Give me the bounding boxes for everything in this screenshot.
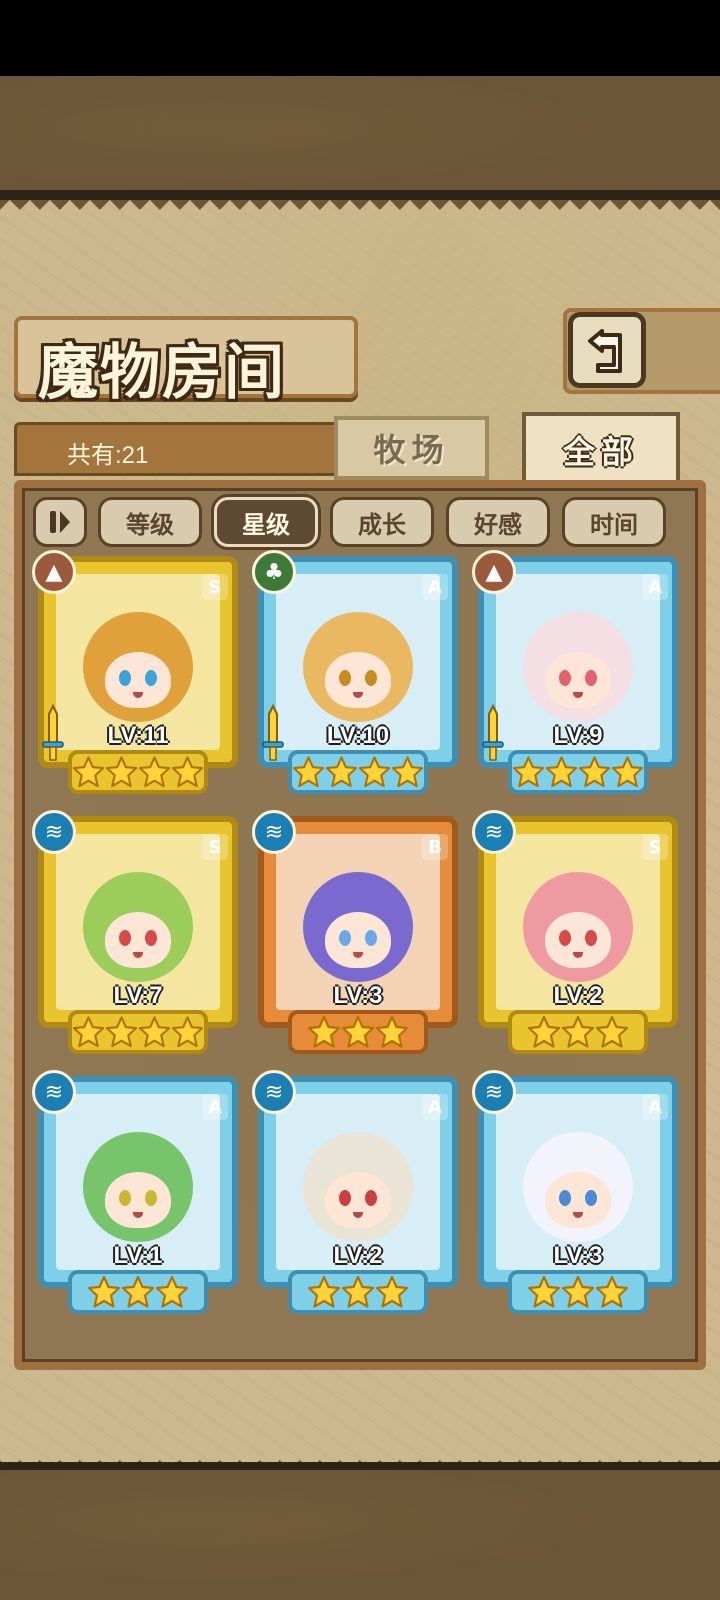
star-rating	[288, 1270, 428, 1314]
monster-level: LV:3	[333, 982, 383, 1009]
torn-edge-top	[0, 200, 720, 220]
monster-level: LV:3	[553, 1242, 603, 1269]
title-plate: 魔物房间	[14, 316, 358, 408]
star-rating	[288, 1010, 428, 1054]
count-bar: 共有:21	[14, 422, 344, 476]
filter-label: 星级	[242, 510, 290, 539]
star-rating	[508, 750, 648, 794]
map-background-top	[0, 76, 720, 206]
monster-card[interactable]: S LV:7 ≋	[32, 810, 238, 1056]
filter-time[interactable]: 时间	[562, 497, 666, 547]
rank-badge: B	[422, 834, 448, 860]
star-rating	[288, 750, 428, 794]
rank-badge: S	[202, 574, 228, 600]
monster-level: LV:7	[113, 982, 163, 1009]
monster-card[interactable]: A LV:10 ♣	[252, 550, 458, 796]
rank-badge: A	[642, 1094, 668, 1120]
monster-card[interactable]: A LV:9 ▲	[472, 550, 678, 796]
filter-affection[interactable]: 好感	[446, 497, 550, 547]
monster-card[interactable]: B LV:3 ≋	[252, 810, 458, 1056]
wind-element-icon: ♣	[252, 550, 296, 594]
filter-label: 等级	[126, 510, 174, 539]
sort-order-icon	[50, 511, 70, 533]
monster-level: LV:10	[326, 722, 390, 749]
status-bar	[0, 0, 720, 76]
filter-star[interactable]: 星级	[214, 497, 318, 547]
filter-label: 时间	[590, 510, 638, 539]
tab-pasture[interactable]: 牧场	[334, 416, 489, 480]
tab-label: 全部	[562, 433, 639, 471]
tab-all[interactable]: 全部	[522, 412, 680, 488]
monster-card[interactable]: A LV:2 ≋	[252, 1070, 458, 1316]
sword-icon	[482, 704, 504, 761]
water-element-icon: ≋	[32, 810, 76, 854]
filter-label: 好感	[474, 510, 522, 539]
water-element-icon: ≋	[252, 1070, 296, 1114]
monster-level: LV:11	[107, 722, 169, 749]
map-background-bottom	[0, 1470, 720, 1600]
monster-level: LV:2	[333, 1242, 383, 1269]
water-element-icon: ≋	[472, 810, 516, 854]
monster-level: LV:9	[553, 722, 603, 749]
tab-label: 牧场	[373, 431, 450, 469]
rank-badge: S	[642, 834, 668, 860]
filter-label: 成长	[358, 510, 406, 539]
rank-badge: S	[202, 834, 228, 860]
filter-growth[interactable]: 成长	[330, 497, 434, 547]
page-title: 魔物房间	[38, 338, 286, 408]
star-rating	[508, 1010, 648, 1054]
monster-level: LV:1	[113, 1242, 163, 1269]
water-element-icon: ≋	[252, 810, 296, 854]
star-rating	[68, 1270, 208, 1314]
star-rating	[68, 1010, 208, 1054]
back-button[interactable]	[568, 312, 646, 388]
back-arrow-icon	[588, 329, 622, 373]
rank-badge: A	[422, 1094, 448, 1120]
water-element-icon: ≋	[32, 1070, 76, 1114]
rank-badge: A	[202, 1094, 228, 1120]
sword-icon	[42, 704, 64, 761]
rank-badge: A	[642, 574, 668, 600]
rank-badge: A	[422, 574, 448, 600]
monster-card[interactable]: S LV:2 ≋	[472, 810, 678, 1056]
sword-icon	[262, 704, 284, 761]
sort-order-toggle[interactable]	[33, 497, 87, 547]
monster-level: LV:2	[553, 982, 603, 1009]
monster-count: 共有:21	[67, 442, 149, 469]
star-rating	[508, 1270, 648, 1314]
star-rating	[68, 750, 208, 794]
filter-level[interactable]: 等级	[98, 497, 202, 547]
water-element-icon: ≋	[472, 1070, 516, 1114]
earth-element-icon: ▲	[472, 550, 516, 594]
monster-card[interactable]: A LV:1 ≋	[32, 1070, 238, 1316]
monster-card[interactable]: S LV:11 ▲	[32, 550, 238, 796]
earth-element-icon: ▲	[32, 550, 76, 594]
monster-card[interactable]: A LV:3 ≋	[472, 1070, 678, 1316]
